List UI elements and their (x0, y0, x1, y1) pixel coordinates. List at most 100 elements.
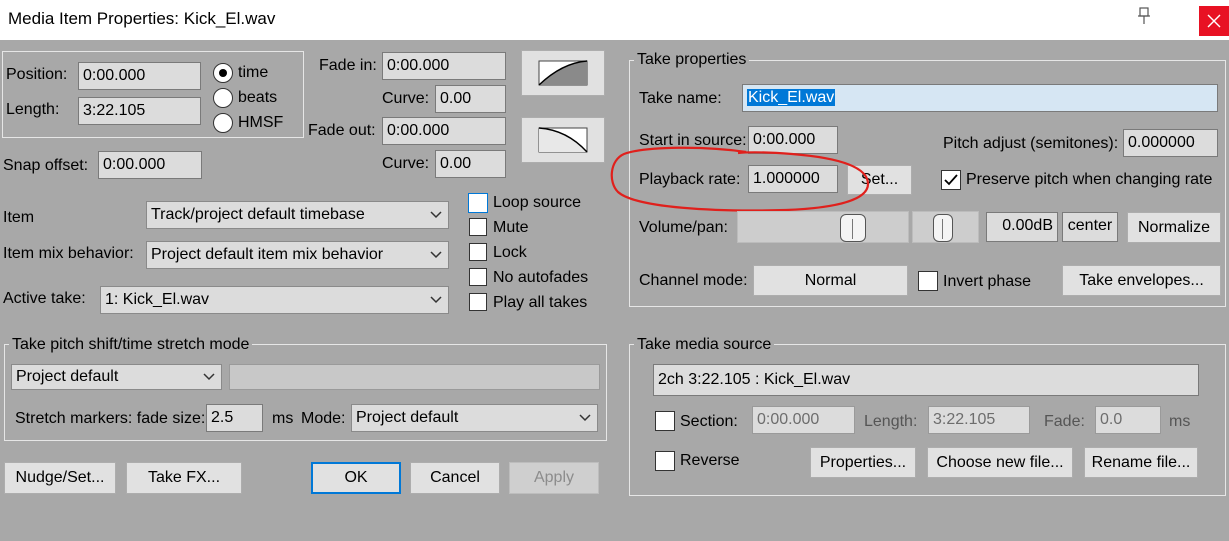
rename-file-button[interactable]: Rename file... (1084, 447, 1198, 478)
title-bar[interactable]: Media Item Properties: Kick_El.wav (0, 0, 1229, 40)
mix-behavior-select-value: Project default item mix behavior (151, 246, 384, 263)
fade-out-label: Fade out: (308, 122, 376, 139)
section-fade-label: Fade: (1044, 413, 1085, 430)
volume-pan-label: Volume/pan: (639, 219, 728, 236)
length-label: Length: (6, 101, 60, 118)
pitch-adjust-field[interactable]: 0.000000 (1123, 129, 1218, 157)
pan-slider-thumb[interactable] (933, 214, 953, 242)
active-take-label: Active take: (3, 290, 86, 307)
section-label: Section: (680, 413, 738, 430)
chevron-down-icon (430, 251, 442, 259)
play-all-takes-checkbox[interactable] (469, 293, 487, 311)
fade-in-curve-field[interactable]: 0.00 (435, 85, 506, 113)
channel-mode-button[interactable]: Normal (753, 265, 908, 296)
channel-mode-label: Channel mode: (639, 272, 748, 289)
pan-slider[interactable] (912, 211, 979, 243)
checkmark-icon (944, 174, 958, 186)
radio-time[interactable] (213, 63, 233, 83)
loop-source-label: Loop source (493, 194, 582, 211)
radio-time-label: time (238, 64, 269, 81)
invert-phase-checkbox[interactable] (918, 271, 938, 291)
take-fx-button[interactable]: Take FX... (126, 462, 242, 494)
pitch-mode-select[interactable]: Project default (11, 364, 222, 390)
loop-source-checkbox[interactable] (468, 193, 488, 213)
media-source-info: 2ch 3:22.105 : Kick_El.wav (653, 364, 1199, 396)
pitch-submode-field (229, 364, 600, 390)
fade-in-field[interactable]: 0:00.000 (382, 52, 506, 80)
volume-slider[interactable] (737, 211, 909, 243)
ok-button[interactable]: OK (311, 462, 401, 494)
item-mix-label: Item mix behavior: (3, 245, 134, 262)
stretch-ms-label: ms (272, 410, 294, 427)
position-field[interactable]: 0:00.000 (78, 62, 201, 90)
fade-in-curve-label: Curve: (382, 90, 430, 107)
timebase-select[interactable]: Track/project default timebase (146, 201, 449, 229)
fade-out-curve-icon (538, 127, 588, 153)
length-field[interactable]: 3:22.105 (78, 97, 201, 125)
close-button[interactable] (1199, 6, 1229, 36)
no-autofades-label: No autofades (493, 269, 589, 286)
take-name-value: Kick_El.wav (747, 89, 836, 106)
mute-checkbox[interactable] (469, 218, 487, 236)
radio-dot (219, 69, 227, 77)
chevron-down-icon (203, 373, 215, 381)
pitch-adjust-label: Pitch adjust (semitones): (943, 135, 1119, 152)
position-label: Position: (6, 66, 68, 83)
fade-out-curve-label: Curve: (382, 155, 430, 172)
preserve-pitch-checkbox[interactable] (941, 170, 961, 190)
fade-in-curve-icon (538, 60, 588, 86)
stretch-fade-size-field[interactable]: 2.5 (206, 404, 263, 432)
nudge-set-button[interactable]: Nudge/Set... (4, 462, 116, 494)
media-source-title: Take media source (634, 335, 775, 355)
section-checkbox[interactable] (655, 411, 675, 431)
snap-offset-label: Snap offset: (3, 157, 89, 174)
section-length-field: 3:22.105 (928, 406, 1030, 434)
properties-button[interactable]: Properties... (810, 447, 916, 478)
volume-slider-thumb[interactable] (840, 214, 866, 242)
pin-icon[interactable] (1135, 6, 1153, 26)
apply-button[interactable]: Apply (509, 462, 599, 494)
take-envelopes-button[interactable]: Take envelopes... (1062, 265, 1221, 296)
no-autofades-checkbox[interactable] (469, 268, 487, 286)
lock-checkbox[interactable] (469, 243, 487, 261)
reverse-checkbox[interactable] (655, 451, 675, 471)
stretch-fade-label: Stretch markers: fade size: (15, 410, 206, 427)
window-title: Media Item Properties: Kick_El.wav (8, 9, 276, 28)
section-ms-label: ms (1169, 413, 1191, 430)
stretch-mode-label: Mode: (301, 410, 346, 427)
lock-label: Lock (493, 244, 527, 261)
fade-out-shape-button[interactable] (521, 117, 605, 163)
section-start-field: 0:00.000 (752, 406, 855, 434)
fade-out-curve-field[interactable]: 0.00 (435, 150, 506, 178)
preserve-pitch-label: Preserve pitch when changing rate (966, 171, 1213, 188)
cancel-button[interactable]: Cancel (410, 462, 500, 494)
snap-offset-field[interactable]: 0:00.000 (98, 151, 202, 179)
pitch-mode-select-value: Project default (16, 368, 119, 385)
radio-hmsf[interactable] (213, 113, 233, 133)
radio-beats[interactable] (213, 88, 233, 108)
invert-phase-label: Invert phase (943, 273, 1032, 290)
reverse-label: Reverse (680, 452, 740, 469)
choose-new-file-button[interactable]: Choose new file... (927, 447, 1073, 478)
section-fade-field: 0.0 (1095, 406, 1161, 434)
volume-db-field[interactable]: 0.00dB (986, 212, 1058, 242)
play-all-takes-label: Play all takes (493, 294, 588, 311)
radio-beats-label: beats (238, 89, 278, 106)
fade-out-field[interactable]: 0:00.000 (382, 117, 506, 145)
mute-label: Mute (493, 219, 529, 236)
section-length-label: Length: (864, 413, 918, 430)
active-take-select[interactable]: 1: Kick_El.wav (100, 286, 449, 314)
take-properties-title: Take properties (634, 50, 750, 70)
item-timebase-label: Item (3, 209, 35, 226)
pitch-stretch-group-title: Take pitch shift/time stretch mode (9, 335, 253, 355)
normalize-button[interactable]: Normalize (1127, 212, 1221, 243)
fade-in-shape-button[interactable] (521, 50, 605, 96)
stretch-mode-select[interactable]: Project default (351, 404, 598, 432)
chevron-down-icon (579, 414, 591, 422)
timebase-select-value: Track/project default timebase (151, 206, 365, 223)
stretch-mode-select-value: Project default (356, 409, 459, 426)
radio-hmsf-label: HMSF (238, 114, 284, 131)
mix-behavior-select[interactable]: Project default item mix behavior (146, 241, 449, 269)
take-name-field[interactable]: Kick_El.wav (742, 84, 1218, 112)
pan-field[interactable]: center (1062, 212, 1118, 242)
